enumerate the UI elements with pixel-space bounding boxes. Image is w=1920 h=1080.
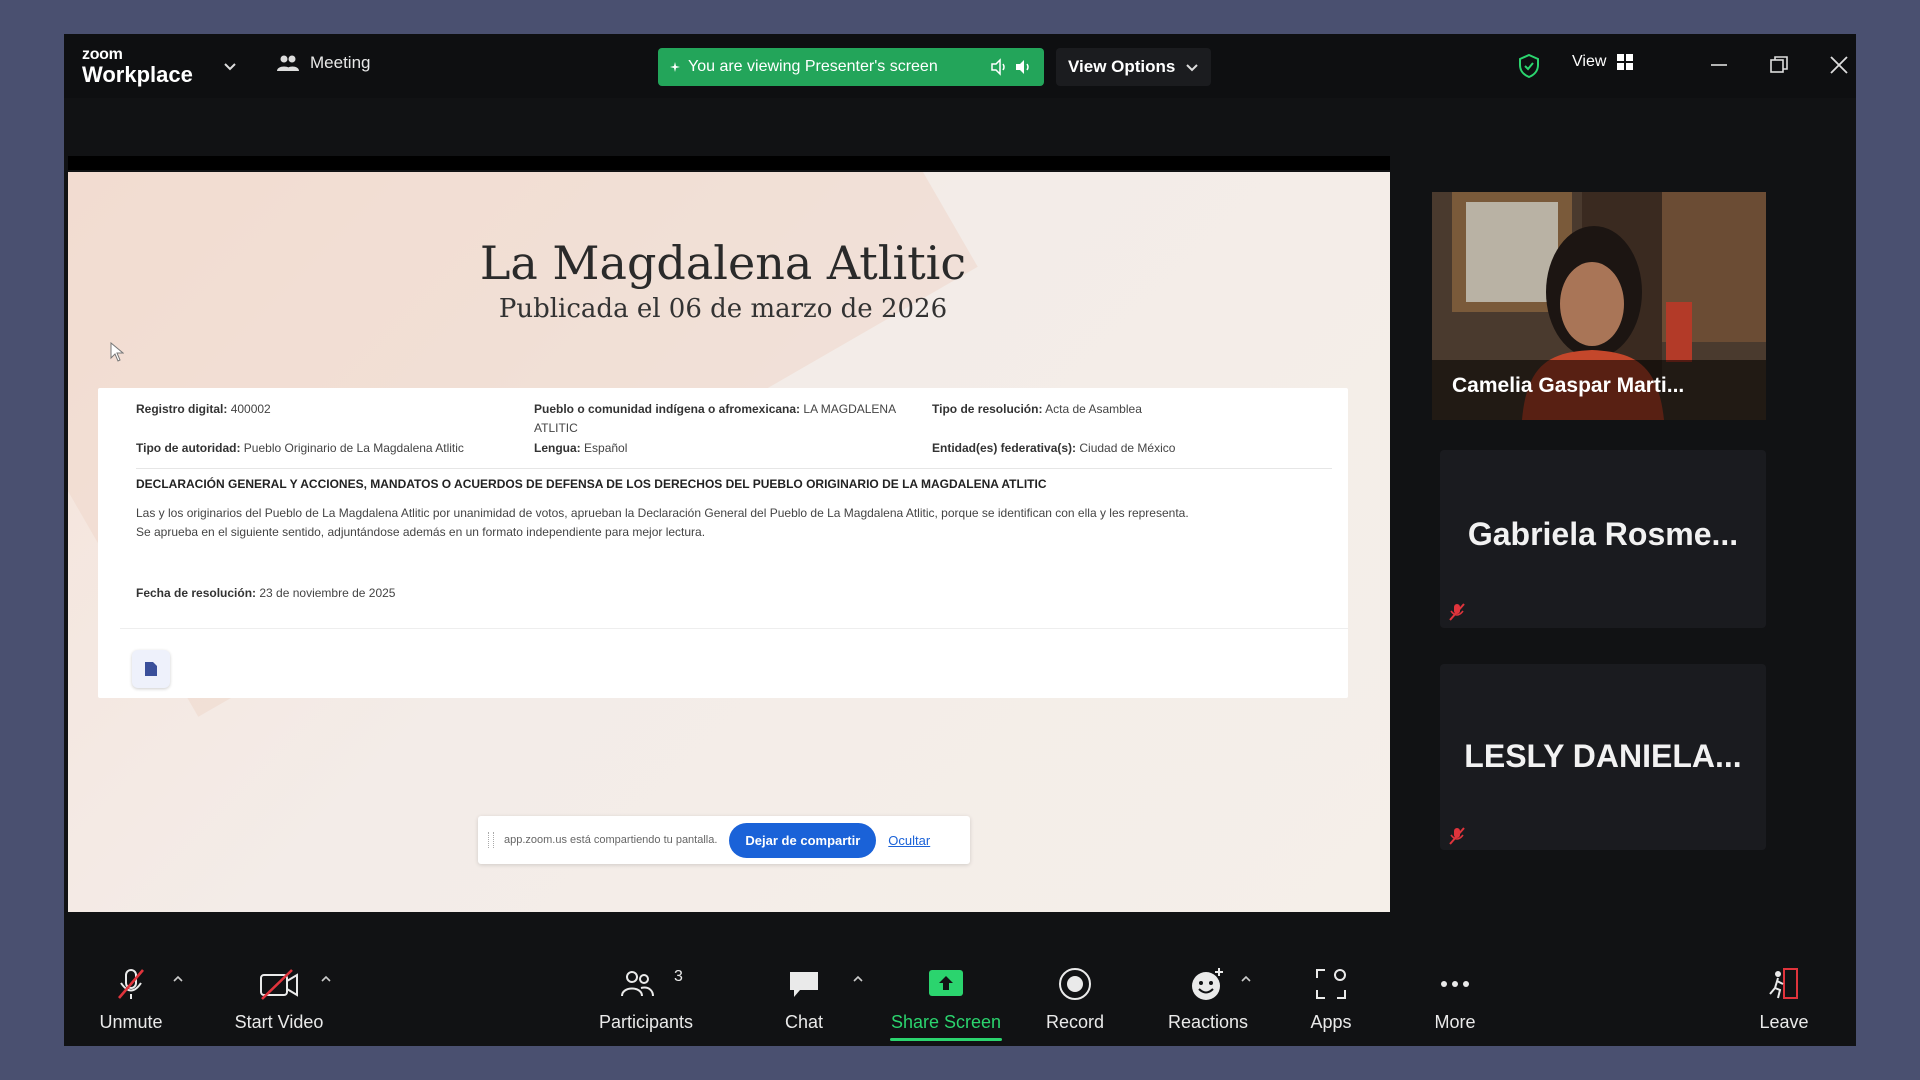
more-label: More bbox=[1434, 1012, 1476, 1032]
speaker-outline-icon bbox=[991, 58, 1005, 76]
zoom-workplace-logo[interactable]: zoom Workplace bbox=[82, 47, 193, 86]
participant-name-label: Camelia Gaspar Marti... bbox=[1432, 360, 1766, 420]
record-card: Registro digital: 400002 Pueblo o comuni… bbox=[98, 388, 1348, 698]
video-off-icon bbox=[260, 969, 298, 1000]
chevron-down-icon[interactable] bbox=[222, 58, 238, 74]
stop-sharing-button[interactable]: Dejar de compartir bbox=[729, 822, 877, 858]
chevron-down-icon bbox=[1186, 64, 1199, 72]
close-icon[interactable] bbox=[1826, 52, 1852, 78]
shared-screen-topbar bbox=[68, 156, 1390, 170]
leave-button[interactable]: Leave bbox=[1744, 946, 1824, 1046]
record-button[interactable]: Record bbox=[1030, 946, 1120, 1046]
viewing-text: You are viewing Presenter's screen bbox=[688, 58, 938, 75]
field-registro: Registro digital: 400002 bbox=[136, 402, 271, 416]
apps-button[interactable]: Apps bbox=[1286, 946, 1376, 1046]
participant-name: Gabriela Rosme... bbox=[1467, 516, 1739, 552]
divider bbox=[136, 468, 1332, 469]
share-screen-label: Share Screen bbox=[890, 1012, 1002, 1032]
zoom-window: zoom Workplace Meeting You are viewing P… bbox=[64, 34, 1856, 1046]
leave-label: Leave bbox=[1759, 1012, 1809, 1032]
apps-icon bbox=[1316, 969, 1346, 999]
meeting-toolbar: Unmute Start Video 3 Participants Chat S… bbox=[64, 946, 1856, 1046]
participants-count: 3 bbox=[674, 968, 683, 985]
hide-link[interactable]: Ocultar bbox=[888, 833, 930, 848]
document-title: La Magdalena Atlitic bbox=[479, 236, 967, 290]
viewing-screen-banner[interactable]: You are viewing Presenter's screen bbox=[658, 48, 1044, 86]
reactions-label: Reactions bbox=[1167, 1012, 1249, 1032]
video-options-caret-icon[interactable] bbox=[320, 974, 332, 984]
mouse-cursor-icon bbox=[110, 342, 124, 362]
drag-handle-icon[interactable] bbox=[488, 832, 494, 848]
chat-bubble-icon bbox=[790, 972, 818, 997]
brand-top: zoom bbox=[82, 46, 123, 63]
more-button[interactable]: More bbox=[1410, 946, 1500, 1046]
participant-name: LESLY DANIELA... bbox=[1464, 738, 1742, 774]
chat-options-caret-icon[interactable] bbox=[852, 974, 864, 984]
declaration-title: DECLARACIÓN GENERAL Y ACCIONES, MANDATOS… bbox=[136, 477, 1047, 491]
browser-sharing-bar: app.zoom.us está compartiendo tu pantall… bbox=[478, 816, 970, 864]
start-video-label: Start Video bbox=[234, 1012, 324, 1032]
restore-icon[interactable] bbox=[1766, 52, 1792, 78]
share-screen-icon bbox=[929, 970, 963, 996]
declaration-text: Las y los originarios del Pueblo de La M… bbox=[136, 506, 1189, 539]
view-options-label: View Options bbox=[1068, 57, 1176, 76]
start-video-button[interactable]: Start Video bbox=[214, 946, 344, 1046]
participant-tile[interactable]: LESLY DANIELA... bbox=[1440, 664, 1766, 850]
participants-icon bbox=[621, 971, 655, 997]
people-icon bbox=[277, 55, 299, 71]
title-bar: zoom Workplace Meeting You are viewing P… bbox=[64, 34, 1856, 98]
field-fecha: Fecha de resolución: 23 de noviembre de … bbox=[136, 586, 396, 600]
meeting-info-button[interactable]: Meeting bbox=[276, 53, 370, 73]
unmute-label: Unmute bbox=[99, 1012, 163, 1032]
participants-button[interactable]: 3 Participants bbox=[590, 946, 702, 1046]
pdf-icon bbox=[145, 662, 157, 676]
active-indicator bbox=[890, 1038, 1002, 1041]
field-lengua: Lengua: Español bbox=[534, 441, 628, 455]
field-pueblo: Pueblo o comunidad indígena o afromexica… bbox=[534, 402, 897, 435]
sharing-notice: app.zoom.us está compartiendo tu pantall… bbox=[504, 834, 718, 846]
field-tipo-autoridad: Tipo de autoridad: Pueblo Originario de … bbox=[136, 441, 464, 455]
sparkle-icon bbox=[670, 62, 680, 72]
participants-label: Participants bbox=[598, 1012, 694, 1032]
unmute-button[interactable]: Unmute bbox=[76, 946, 186, 1046]
security-shield-icon[interactable] bbox=[1518, 54, 1540, 78]
mic-muted-icon bbox=[1449, 603, 1465, 621]
pdf-download-button[interactable] bbox=[132, 650, 170, 688]
chat-label: Chat bbox=[784, 1012, 824, 1032]
view-label: View bbox=[1572, 53, 1607, 70]
smiley-plus-icon bbox=[1192, 968, 1223, 1000]
shared-screen[interactable]: La Magdalena Atlitic Publicada el 06 de … bbox=[68, 172, 1390, 912]
reactions-button[interactable]: Reactions bbox=[1158, 946, 1258, 1046]
mic-muted-icon bbox=[1449, 827, 1465, 845]
minimize-icon[interactable] bbox=[1706, 52, 1732, 78]
share-screen-button[interactable]: Share Screen bbox=[890, 946, 1002, 1046]
speaker-filled-icon bbox=[1016, 60, 1029, 74]
mic-muted-icon bbox=[118, 969, 144, 999]
meeting-label: Meeting bbox=[310, 53, 371, 72]
grid-icon bbox=[1617, 54, 1634, 70]
leave-door-icon bbox=[1769, 968, 1798, 999]
apps-label: Apps bbox=[1310, 1012, 1352, 1032]
record-label: Record bbox=[1045, 1012, 1105, 1032]
more-dots-icon bbox=[1441, 981, 1469, 987]
document-subtitle: Publicada el 06 de marzo de 2026 bbox=[498, 294, 948, 324]
field-tipo-resolucion: Tipo de resolución: Acta de Asamblea bbox=[932, 402, 1142, 416]
audio-options-caret-icon[interactable] bbox=[172, 974, 184, 984]
participant-tile[interactable]: Gabriela Rosme... bbox=[1440, 450, 1766, 628]
brand-bottom: Workplace bbox=[82, 62, 193, 87]
chat-button[interactable]: Chat bbox=[764, 946, 844, 1046]
record-icon bbox=[1059, 968, 1091, 1000]
view-button[interactable]: View bbox=[1572, 53, 1634, 71]
view-options-button[interactable]: View Options bbox=[1056, 48, 1212, 86]
field-entidad: Entidad(es) federativa(s): Ciudad de Méx… bbox=[932, 441, 1176, 455]
reactions-options-caret-icon[interactable] bbox=[1240, 974, 1252, 984]
